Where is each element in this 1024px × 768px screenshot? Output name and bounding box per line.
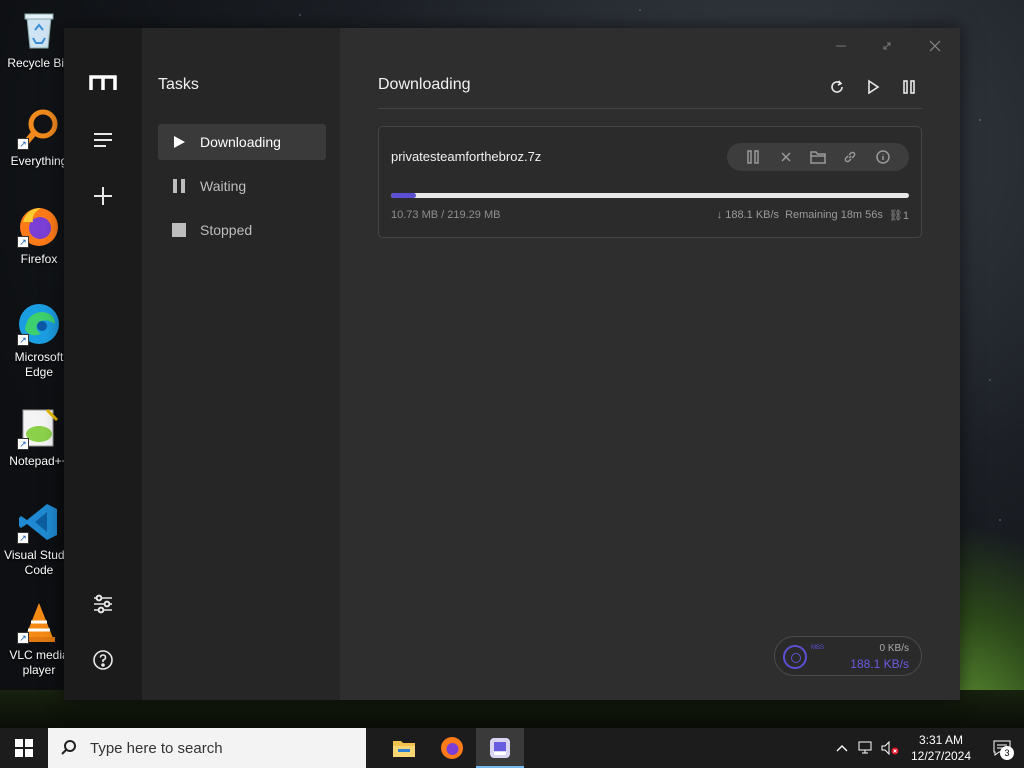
menu-icon[interactable]: [86, 123, 120, 157]
windows-logo-icon: [15, 739, 33, 757]
settings-sliders-icon[interactable]: [86, 587, 120, 621]
chevron-up-icon: [836, 745, 848, 752]
add-task-icon[interactable]: [86, 179, 120, 213]
system-tray: 3:31 AM 12/27/2024 3: [830, 728, 1024, 768]
tray-volume[interactable]: [878, 728, 902, 768]
task-actions: [727, 143, 909, 171]
nav-item-label: Stopped: [200, 222, 253, 238]
firefox-icon: [441, 737, 463, 759]
tasks-nav: Tasks Downloading Waiting Stopped: [142, 28, 340, 700]
speed-meter[interactable]: MBS 0 KB/s 188.1 KB/s: [774, 636, 922, 676]
minimize-icon: [836, 45, 846, 47]
taskbar-downloader[interactable]: [476, 728, 524, 768]
close-icon: [781, 152, 791, 162]
pause-icon: [747, 150, 759, 164]
edge-icon: ↗: [17, 302, 61, 346]
connections-icon: ⛓: [888, 210, 903, 222]
upload-speed: 0 KB/s: [879, 643, 909, 654]
page-title: Downloading: [378, 76, 471, 93]
info-icon: [876, 150, 890, 164]
firefox-icon: ↗: [17, 204, 61, 248]
shortcut-arrow-icon: ↗: [17, 334, 29, 346]
task-connections: ⛓1: [889, 209, 909, 222]
shortcut-arrow-icon: ↗: [17, 632, 29, 644]
taskbar-clock[interactable]: 3:31 AM 12/27/2024: [902, 732, 980, 764]
clock-time: 3:31 AM: [918, 733, 964, 747]
play-icon: [868, 79, 880, 95]
maximize-icon: [883, 42, 891, 50]
shortcut-arrow-icon: ↗: [17, 532, 29, 544]
shortcut-arrow-icon: ↗: [17, 138, 29, 150]
everything-search-icon: ↗: [17, 106, 61, 150]
downloader-app-icon: [490, 738, 510, 758]
header-divider: [378, 108, 922, 109]
task-progress-fill: [391, 193, 417, 198]
speed-mini-label: MBS: [811, 645, 825, 651]
task-speed: ↓ 188.1 KB/s: [716, 209, 780, 221]
pause-icon: [172, 179, 186, 193]
task-size-progress: 10.73 MB / 219.29 MB: [391, 209, 501, 221]
link-icon: [845, 151, 856, 163]
task-open-folder-button[interactable]: [808, 147, 828, 167]
task-stats: ↓ 188.1 KB/s Remaining 18m 56s ⛓1: [717, 209, 909, 222]
task-pause-button[interactable]: [743, 147, 763, 167]
task-delete-button[interactable]: [776, 147, 796, 167]
notepad-plus-plus-icon: ↗: [17, 406, 61, 450]
connections-count: 1: [902, 210, 909, 222]
task-info-button[interactable]: [873, 147, 893, 167]
maximize-button[interactable]: [870, 34, 904, 58]
refresh-icon: [831, 80, 843, 93]
shortcut-arrow-icon: ↗: [17, 438, 29, 450]
taskbar-file-explorer[interactable]: [380, 728, 428, 768]
nav-title: Tasks: [158, 76, 199, 93]
download-speed: 188.1 KB/s: [850, 657, 909, 671]
minimize-button[interactable]: [824, 34, 858, 58]
task-copy-link-button[interactable]: [840, 147, 860, 167]
nav-item-label: Downloading: [200, 134, 281, 150]
task-remaining: Remaining 18m 56s: [785, 209, 883, 221]
recycle-bin-icon: [17, 8, 61, 52]
downloader-window: Tasks Downloading Waiting Stopped Downlo…: [64, 28, 960, 700]
help-icon[interactable]: [86, 643, 120, 677]
taskbar: Type here to search 3:31 AM 12/27/2024 3: [0, 728, 1024, 768]
notification-count-badge: 3: [1000, 746, 1014, 760]
play-icon: [172, 135, 186, 149]
task-progress-bar: [391, 193, 909, 198]
main-panel: Downloading privatesteamforthebroz.7z 10…: [340, 28, 960, 700]
refresh-button[interactable]: [824, 74, 850, 100]
task-item[interactable]: privatesteamforthebroz.7z 10.73 MB / 219…: [378, 126, 922, 238]
nav-item-label: Waiting: [200, 178, 247, 194]
speedometer-icon: [783, 645, 807, 669]
search-icon: [61, 740, 76, 755]
clock-date: 12/27/2024: [910, 749, 972, 763]
notifications-button[interactable]: 3: [980, 728, 1024, 768]
vlc-icon: ↗: [17, 600, 61, 644]
app-rail: [64, 28, 142, 700]
taskbar-search[interactable]: Type here to search: [48, 728, 366, 768]
file-explorer-icon: [393, 741, 415, 757]
close-icon: [929, 40, 941, 52]
folder-icon: [810, 151, 826, 164]
pause-all-button[interactable]: [896, 74, 922, 100]
start-button[interactable]: [0, 728, 48, 768]
volume-muted-icon: [881, 741, 899, 755]
nav-item-downloading[interactable]: Downloading: [158, 124, 326, 160]
app-logo-icon: [86, 66, 120, 100]
search-placeholder: Type here to search: [90, 739, 223, 757]
resume-all-button[interactable]: [860, 74, 886, 100]
tray-overflow-button[interactable]: [830, 728, 854, 768]
close-button[interactable]: [918, 34, 952, 58]
network-icon: [858, 741, 872, 754]
taskbar-firefox[interactable]: [428, 728, 476, 768]
pause-icon: [903, 80, 915, 94]
stop-icon: [172, 223, 186, 237]
nav-item-waiting[interactable]: Waiting: [158, 168, 326, 204]
vscode-icon: ↗: [17, 500, 61, 544]
tray-network[interactable]: [854, 728, 878, 768]
nav-item-stopped[interactable]: Stopped: [158, 212, 326, 248]
task-filename: privatesteamforthebroz.7z: [391, 149, 542, 164]
shortcut-arrow-icon: ↗: [17, 236, 29, 248]
